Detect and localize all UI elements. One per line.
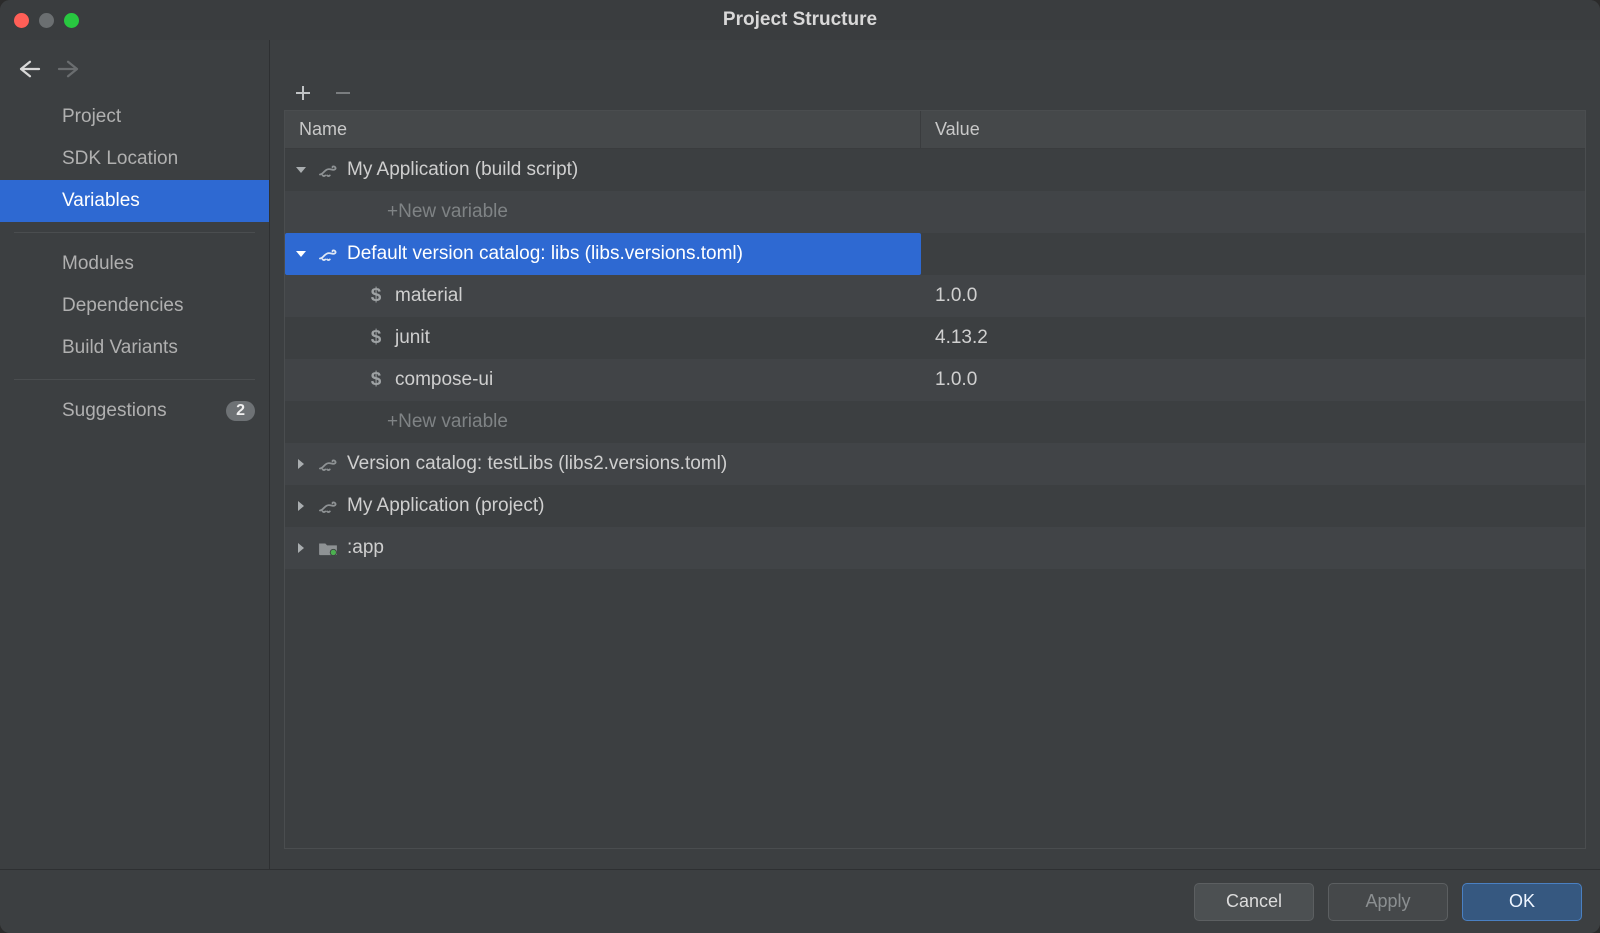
chevron-down-icon[interactable]	[293, 246, 309, 262]
module-folder-icon	[317, 538, 339, 558]
row-value[interactable]	[921, 233, 1585, 275]
gradle-icon	[317, 496, 339, 516]
chevron-down-icon[interactable]	[293, 162, 309, 178]
sidebar-item-dependencies[interactable]: Dependencies	[0, 285, 269, 327]
row-value[interactable]: 4.13.2	[921, 317, 1585, 359]
gradle-icon	[317, 160, 339, 180]
window-traffic-lights	[14, 13, 79, 28]
row-value[interactable]	[921, 527, 1585, 569]
sidebar-item-variables[interactable]: Variables	[0, 180, 269, 222]
chevron-right-icon[interactable]	[293, 456, 309, 472]
dialog-footer: Cancel Apply OK	[0, 869, 1600, 933]
sidebar-separator	[14, 379, 255, 380]
sidebar-item-label: Variables	[62, 190, 140, 212]
table-row[interactable]: Default version catalog: libs (libs.vers…	[285, 233, 1585, 275]
remove-variable-button[interactable]	[334, 84, 352, 102]
ok-button[interactable]: OK	[1462, 883, 1582, 921]
table-row[interactable]: My Application (project)	[285, 485, 1585, 527]
sidebar-item-label: Build Variants	[62, 337, 178, 359]
table-row[interactable]: $ compose-ui 1.0.0	[285, 359, 1585, 401]
table-row[interactable]: :app	[285, 527, 1585, 569]
sidebar-item-label: Dependencies	[62, 295, 183, 317]
cancel-button[interactable]: Cancel	[1194, 883, 1314, 921]
sidebar-item-label: SDK Location	[62, 148, 178, 170]
titlebar: Project Structure	[0, 0, 1600, 40]
row-name: :app	[347, 537, 384, 559]
gradle-icon	[317, 244, 339, 264]
sidebar-item-project[interactable]: Project	[0, 96, 269, 138]
sidebar-item-label: Suggestions	[62, 400, 167, 422]
sidebar-item-label: Project	[62, 106, 121, 128]
chevron-right-icon[interactable]	[293, 540, 309, 556]
row-value[interactable]: 1.0.0	[921, 359, 1585, 401]
table-body: My Application (build script) +New varia…	[285, 149, 1585, 848]
main-panel: Name Value My Application (	[270, 40, 1600, 869]
table-row[interactable]: My Application (build script)	[285, 149, 1585, 191]
apply-button[interactable]: Apply	[1328, 883, 1448, 921]
zoom-window-button[interactable]	[64, 13, 79, 28]
row-name: My Application (project)	[347, 495, 544, 517]
table-row[interactable]: $ material 1.0.0	[285, 275, 1585, 317]
row-name: compose-ui	[395, 369, 493, 391]
chevron-right-icon[interactable]	[293, 498, 309, 514]
close-window-button[interactable]	[14, 13, 29, 28]
new-variable-placeholder: +New variable	[387, 411, 508, 433]
variables-toolbar	[284, 78, 1586, 110]
row-value[interactable]	[921, 443, 1585, 485]
minimize-window-button[interactable]	[39, 13, 54, 28]
table-header: Name Value	[285, 111, 1585, 149]
row-value[interactable]	[921, 149, 1585, 191]
dollar-icon: $	[365, 370, 387, 390]
table-row[interactable]: +New variable	[285, 191, 1585, 233]
project-structure-dialog: Project Structure Project SDK Location	[0, 0, 1600, 933]
row-value[interactable]	[921, 191, 1585, 233]
row-name: My Application (build script)	[347, 159, 578, 181]
sidebar-item-label: Modules	[62, 253, 134, 275]
column-header-value[interactable]: Value	[921, 111, 1585, 148]
placeholder-icon	[357, 412, 379, 432]
sidebar: Project SDK Location Variables Modules D…	[0, 40, 270, 869]
suggestions-badge: 2	[226, 401, 255, 421]
back-button[interactable]	[18, 60, 38, 78]
sidebar-item-sdk-location[interactable]: SDK Location	[0, 138, 269, 180]
new-variable-placeholder: +New variable	[387, 201, 508, 223]
row-name: Default version catalog: libs (libs.vers…	[347, 243, 743, 265]
sidebar-item-build-variants[interactable]: Build Variants	[0, 327, 269, 369]
add-variable-button[interactable]	[294, 84, 312, 102]
row-value[interactable]	[921, 401, 1585, 443]
sidebar-item-modules[interactable]: Modules	[0, 243, 269, 285]
forward-button[interactable]	[56, 60, 76, 78]
row-value[interactable]	[921, 485, 1585, 527]
row-name: material	[395, 285, 463, 307]
dollar-icon: $	[365, 286, 387, 306]
placeholder-icon	[357, 202, 379, 222]
sidebar-separator	[14, 232, 255, 233]
gradle-icon	[317, 454, 339, 474]
row-name: Version catalog: testLibs (libs2.version…	[347, 453, 727, 475]
column-header-name[interactable]: Name	[285, 111, 921, 148]
table-row[interactable]: Version catalog: testLibs (libs2.version…	[285, 443, 1585, 485]
table-row[interactable]: $ junit 4.13.2	[285, 317, 1585, 359]
row-name: junit	[395, 327, 430, 349]
dollar-icon: $	[365, 328, 387, 348]
window-title: Project Structure	[0, 9, 1600, 31]
table-row[interactable]: +New variable	[285, 401, 1585, 443]
row-value[interactable]: 1.0.0	[921, 275, 1585, 317]
variables-table: Name Value My Application (	[284, 110, 1586, 849]
sidebar-item-suggestions[interactable]: Suggestions 2	[0, 390, 269, 432]
